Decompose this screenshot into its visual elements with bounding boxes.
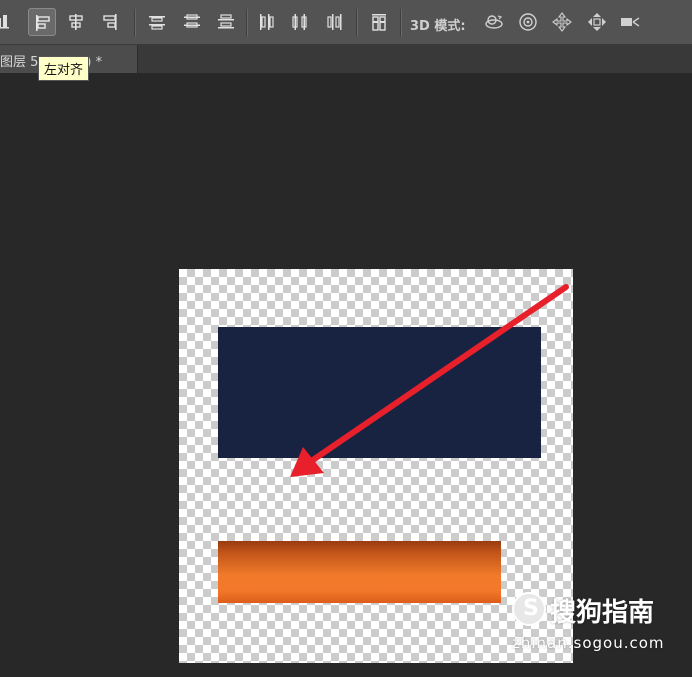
watermark-brand: 搜狗指南	[550, 598, 655, 628]
document-tab-bar: 图层 5) *	[0, 45, 692, 73]
distribute-top-icon[interactable]	[143, 8, 171, 36]
orange-rectangle-layer[interactable]	[218, 541, 501, 603]
slide-3d-icon[interactable]	[583, 8, 611, 36]
watermark-url: zhinan.sogou.com	[512, 634, 665, 652]
roll-3d-icon[interactable]	[514, 8, 542, 36]
align-left-edges-icon[interactable]	[28, 8, 56, 36]
watermark: S 搜狗指南 zhinan.sogou.com	[512, 592, 692, 662]
3d-mode-label: 3D 模式:	[410, 19, 466, 34]
toolbar-separator	[246, 9, 247, 37]
logo-letter: S	[523, 596, 539, 621]
align-horizontal-centers-icon[interactable]	[62, 8, 90, 36]
distribute-vertical-centers-icon[interactable]	[178, 8, 206, 36]
toolbar-separator	[400, 9, 401, 37]
distribute-left-icon[interactable]	[252, 8, 280, 36]
sogou-logo-icon: S	[512, 592, 546, 626]
toolbar-separator	[356, 9, 357, 37]
auto-align-layers-icon[interactable]	[365, 8, 393, 36]
align-right-edges-icon[interactable]	[96, 8, 124, 36]
distribute-right-icon[interactable]	[321, 8, 349, 36]
distribute-horizontal-centers-icon[interactable]	[286, 8, 314, 36]
toolbar-separator	[134, 9, 135, 37]
document-tab-name: 图层 5	[0, 55, 39, 70]
drag-3d-icon[interactable]	[548, 8, 576, 36]
scale-3d-icon[interactable]	[616, 8, 644, 36]
distribute-bottom-icon[interactable]	[212, 8, 240, 36]
tooltip: 左对齐	[38, 56, 90, 81]
rotate-3d-icon[interactable]	[480, 8, 508, 36]
options-bar: 3D 模式:	[0, 0, 692, 45]
align-bottom-edges-icon[interactable]	[0, 8, 18, 36]
navy-rectangle-layer[interactable]	[218, 327, 541, 458]
